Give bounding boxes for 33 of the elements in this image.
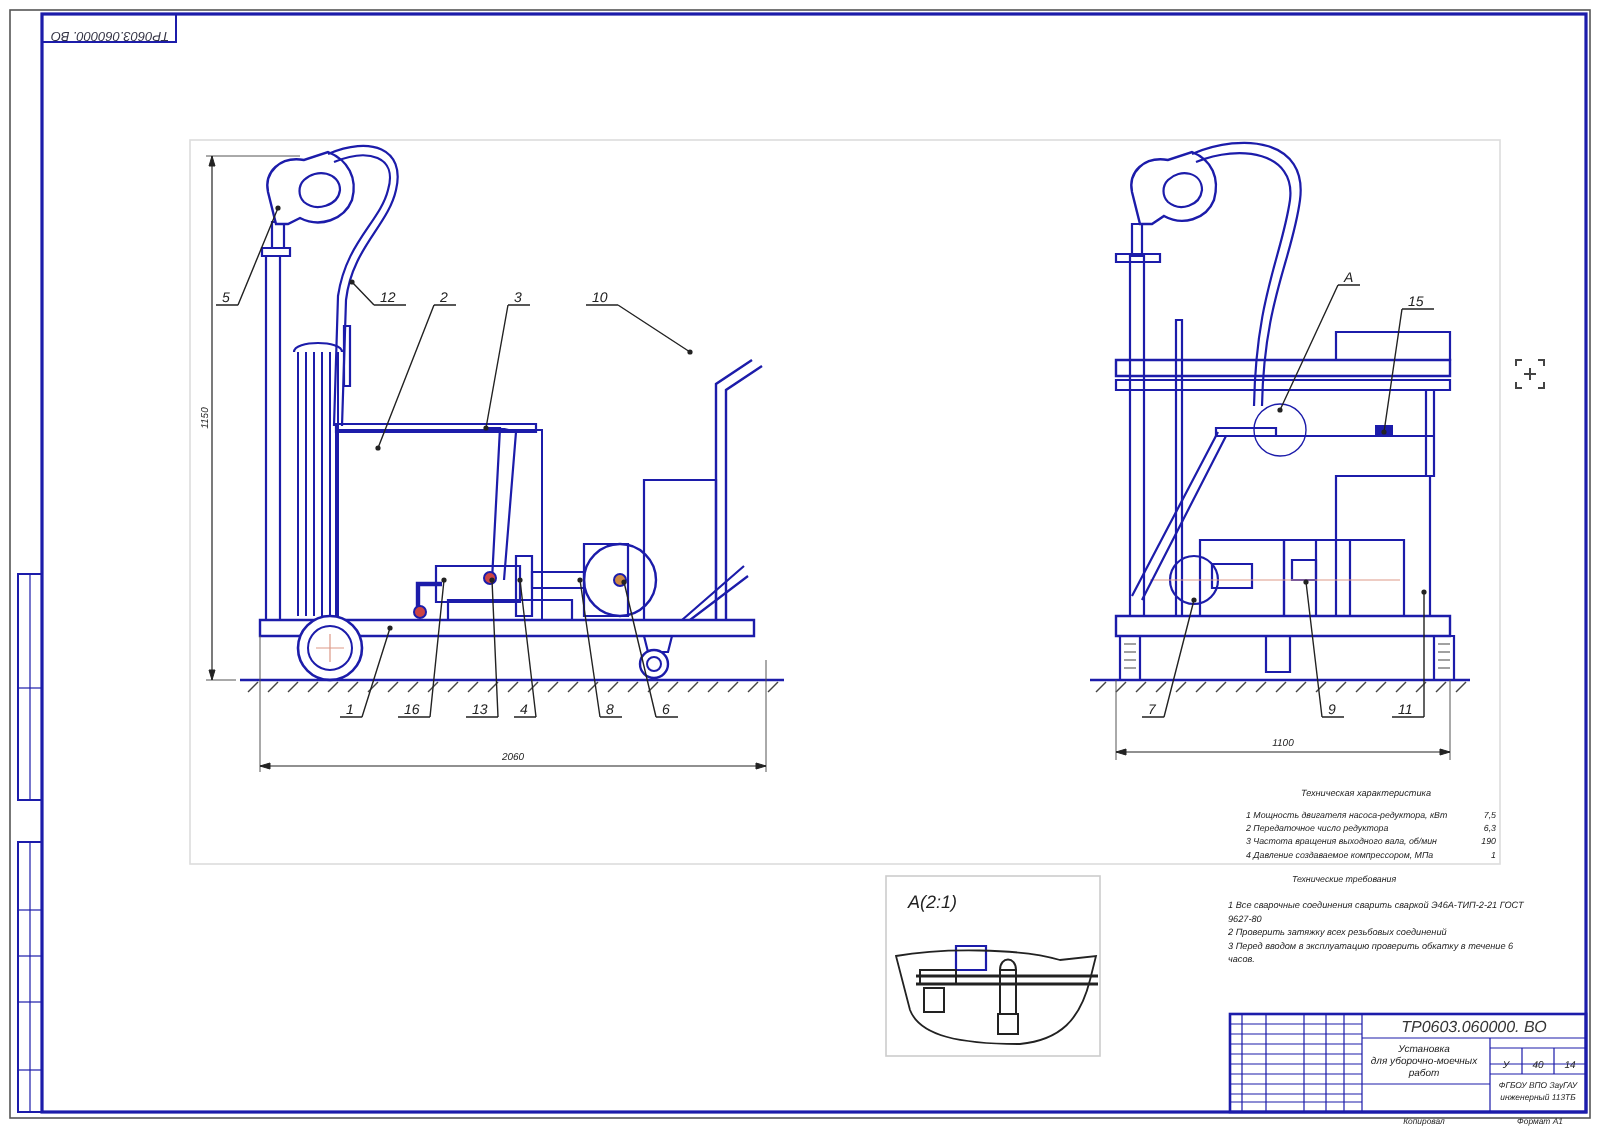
leader-line [623,581,679,718]
leader-dot [1381,429,1387,435]
leader-line [397,579,445,718]
leader-dot [275,205,281,211]
leader-dot [577,577,583,583]
leader-dot [1191,597,1197,603]
leader-line [585,304,691,353]
leader-dot [375,445,381,451]
leader-dot [1421,589,1427,595]
leader-dot [441,577,447,583]
leader-dot [687,349,693,355]
leader-line [339,627,391,718]
leader-line [1279,284,1361,411]
detail-view-label: А(2:1) [908,892,958,912]
leader-line [1391,591,1425,718]
leader-line [579,579,623,718]
leader-line [1305,581,1345,718]
leader-dot [1303,579,1309,585]
leader-line [1141,599,1195,718]
leader-line [215,207,279,306]
drawing-number: ТР0603.060000. ВО [1401,1018,1547,1036]
leader-line [513,579,537,718]
leader-dot [621,579,627,585]
leader-dot [1277,407,1283,413]
leader-line [485,304,531,429]
leader-dot [517,577,523,583]
leader-dot [387,625,393,631]
leader-dot [349,279,355,285]
leader-dot [483,425,489,431]
leader-line [465,579,499,718]
expand-icon[interactable] [1514,358,1546,390]
leader-dot [489,577,495,583]
leader-line [1383,308,1435,433]
